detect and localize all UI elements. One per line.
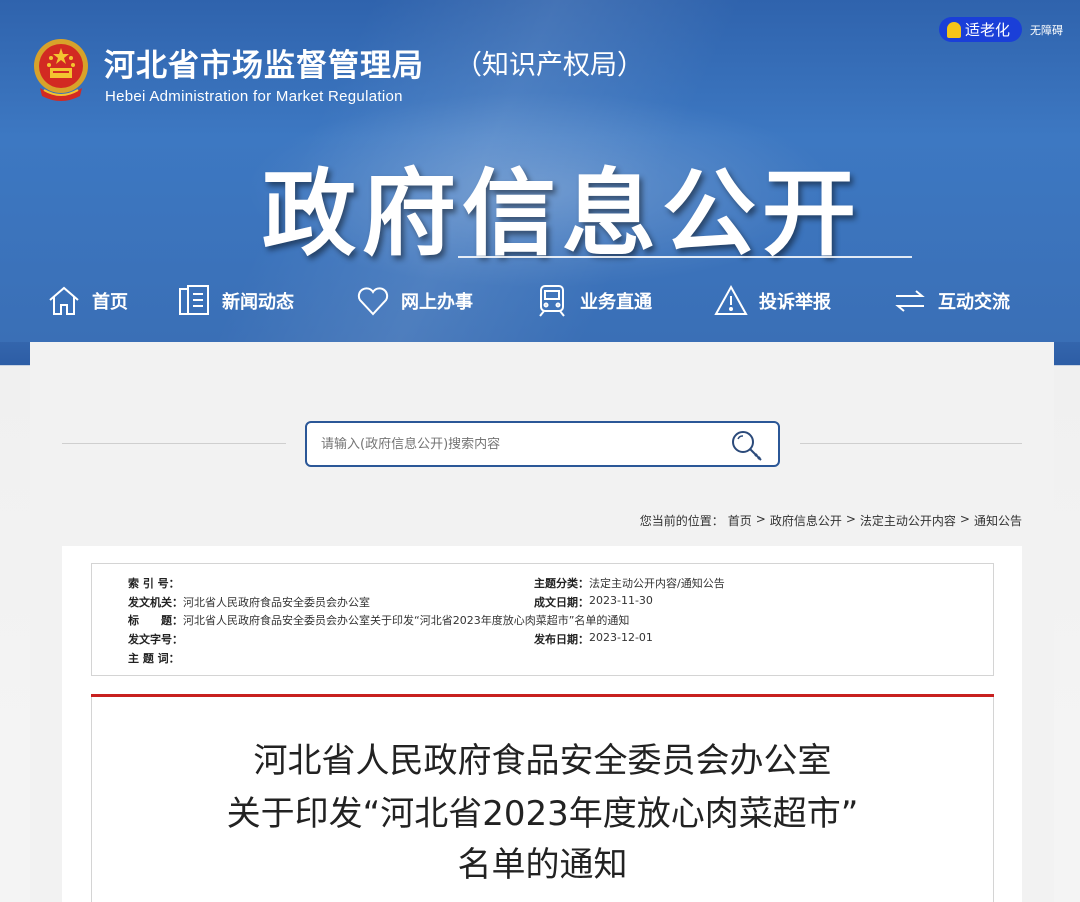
national-emblem-icon [34,39,88,101]
search-divider-left [62,443,286,444]
meta-index-no-label: 索 引 号： [128,577,180,590]
heart-icon [357,287,389,316]
warning-icon [714,284,748,315]
meta-issuer-value: 河北省人民政府食品安全委员会办公室 [183,596,370,609]
nav-label-complaint: 投诉举报 [759,292,831,313]
meta-issuer-label: 发文机关： [128,596,183,609]
meta-category-label: 主题分类： [534,577,589,590]
section-title: 政府信息公开 [262,160,863,269]
nav-item-interaction[interactable]: 互动交流 [892,276,1010,326]
breadcrumb-statutory[interactable]: 法定主动公开内容 [860,512,956,529]
meta-published-date: 发布日期： 2023-12-01 [534,631,653,647]
meta-created-label: 成文日期： [534,596,589,609]
meta-issuer: 发文机关： 河北省人民政府食品安全委员会办公室 [128,594,370,610]
breadcrumb-separator: > [755,512,766,526]
nav-item-home[interactable]: 首页 [46,276,128,326]
breadcrumb-separator: > [845,512,856,526]
exchange-icon [895,290,925,312]
meta-title-label: 标 题： [128,614,183,627]
news-icon [179,285,209,315]
meta-keywords-label: 主 题 词： [128,652,180,665]
search-box [305,421,780,467]
meta-published-value: 2023-12-01 [589,631,653,644]
nav-label-home: 首页 [92,292,128,313]
breadcrumb-info-disclosure[interactable]: 政府信息公开 [770,512,842,529]
search-input[interactable] [321,436,721,452]
elder-mode-button[interactable]: 适老化 [939,17,1022,42]
article-title-line-1: 河北省人民政府食品安全委员会办公室 [253,741,832,781]
nav-item-complaint[interactable]: 投诉举报 [713,276,831,326]
meta-title: 标 题： 河北省人民政府食品安全委员会办公室关于印发“河北省2023年度放心肉菜… [128,612,629,628]
train-icon [539,285,565,317]
meta-category-value: 法定主动公开内容/通知公告 [589,577,725,590]
breadcrumb-home[interactable]: 首页 [728,512,752,529]
nav-label-business: 业务直通 [580,292,652,313]
meta-category: 主题分类： 法定主动公开内容/通知公告 [534,575,725,591]
nav-item-business[interactable]: 业务直通 [534,276,652,326]
section-title-underline [458,256,912,258]
nav-label-interaction: 互动交流 [938,292,1010,313]
meta-keywords: 主 题 词： [128,650,180,666]
elder-mode-icon [947,21,961,38]
breadcrumb-prefix: 您当前的位置： [639,514,724,528]
nav-label-online-service: 网上办事 [401,292,473,313]
meta-created-date: 成文日期： 2023-11-30 [534,594,653,610]
article-title-line-3: 名单的通知 [457,845,628,885]
nav-item-online-service[interactable]: 网上办事 [355,276,473,326]
elder-mode-label: 适老化 [965,21,1011,39]
breadcrumb-notices[interactable]: 通知公告 [974,512,1022,529]
search-divider-right [800,443,1022,444]
meta-published-label: 发布日期： [534,633,589,646]
article-title-line-2: 关于印发“河北省2023年度放心肉菜超市” [226,794,859,834]
meta-index-no: 索 引 号： [128,575,180,591]
nav-item-news[interactable]: 新闻动态 [176,276,294,326]
barrier-free-link[interactable]: 无障碍 [1030,22,1063,38]
meta-title-value: 河北省人民政府食品安全委员会办公室关于印发“河北省2023年度放心肉菜超市”名单… [183,614,630,627]
meta-doc-no: 发文字号： [128,631,183,647]
site-name-english: Hebei Administration for Market Regulati… [105,88,403,105]
meta-created-value: 2023-11-30 [589,594,653,607]
main-nav: 首页 新闻动态 网上办事 业务直通 投诉举报 互动交流 [0,276,1080,326]
home-icon [49,286,79,315]
site-name-sub: （知识产权局） [455,50,644,81]
meta-doc-no-label: 发文字号： [128,633,183,646]
site-name: 河北省市场监督管理局 [104,48,424,84]
search-icon[interactable] [730,429,764,463]
breadcrumb: 您当前的位置： 首页 > 政府信息公开 > 法定主动公开内容 > 通知公告 [640,512,1022,529]
nav-label-news: 新闻动态 [222,292,294,313]
breadcrumb-separator: > [959,512,970,526]
